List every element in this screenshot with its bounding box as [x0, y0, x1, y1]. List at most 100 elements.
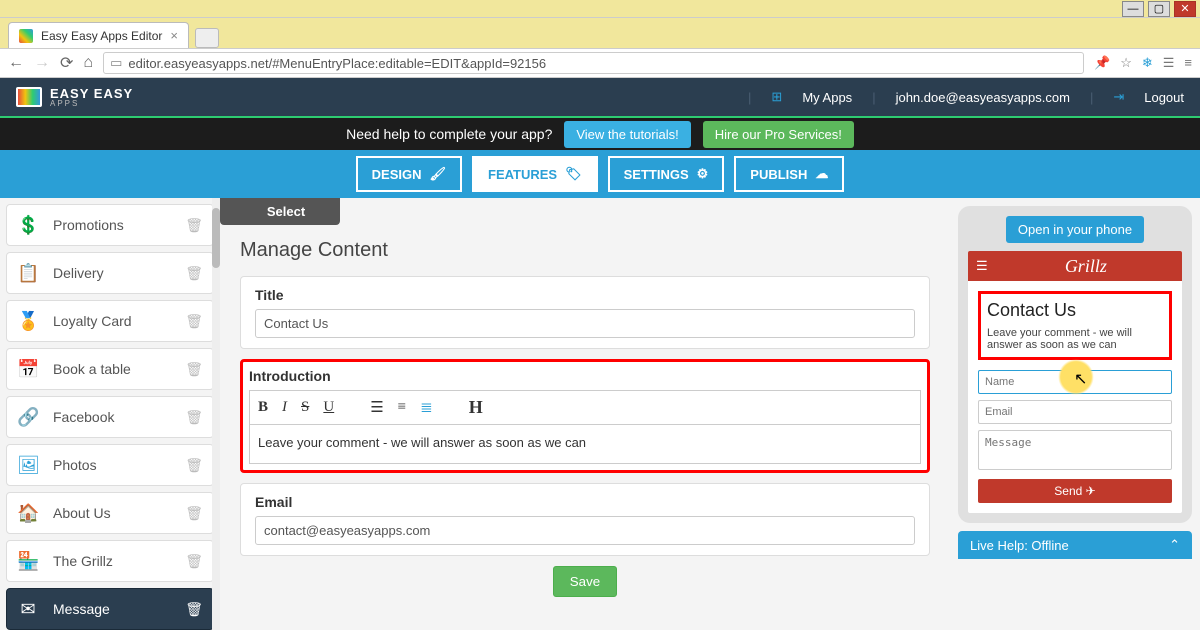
store-icon: 🏪: [17, 551, 39, 572]
cloud-upload-icon: ☁: [815, 166, 828, 182]
home-icon[interactable]: ⌂: [83, 54, 93, 72]
preview-title: Contact Us: [987, 300, 1163, 321]
preview-message-input[interactable]: [978, 430, 1172, 470]
list-icon[interactable]: ☰: [1163, 55, 1175, 71]
brand-logo[interactable]: EASY EASY APPS: [16, 86, 133, 108]
sidebar-item-photos[interactable]: 🖼Photos🗑: [6, 444, 214, 486]
introduction-group: Introduction B I S U ☰ ≡ ≣ H Leave your …: [240, 359, 930, 473]
title-label: Title: [255, 287, 915, 303]
editor-toolbar: B I S U ☰ ≡ ≣ H: [249, 390, 921, 424]
introduction-label: Introduction: [249, 368, 921, 384]
envelope-icon: ✉: [17, 599, 39, 620]
tag-icon: 🏷: [565, 166, 582, 182]
brush-icon: 🖌: [429, 166, 446, 182]
sidebar-item-about[interactable]: 🏠About Us🗑: [6, 492, 214, 534]
sidebar-item-grillz[interactable]: 🏪The Grillz🗑: [6, 540, 214, 582]
trash-icon[interactable]: 🗑: [185, 313, 203, 330]
preview-app-name: Grillz: [998, 256, 1174, 277]
sidebar-item-book[interactable]: 📅Book a table🗑: [6, 348, 214, 390]
trash-icon[interactable]: 🗑: [185, 457, 203, 474]
nav-features[interactable]: FEATURES🏷: [472, 156, 598, 192]
favicon-icon: [19, 29, 33, 43]
os-maximize-button[interactable]: ▢: [1148, 1, 1170, 17]
preview-intro-highlight: Contact Us Leave your comment - we will …: [978, 291, 1172, 360]
trash-icon[interactable]: 🗑: [185, 265, 203, 282]
nav-settings[interactable]: SETTINGS⚙: [608, 156, 725, 192]
bold-button[interactable]: B: [258, 399, 268, 416]
bookmark-pin-icon[interactable]: 📌: [1094, 55, 1110, 71]
menu-icon[interactable]: ≡: [1184, 55, 1192, 71]
save-button[interactable]: Save: [553, 566, 617, 597]
browser-tab[interactable]: Easy Easy Apps Editor ×: [8, 22, 189, 48]
image-icon: 🖼: [17, 455, 39, 476]
os-close-button[interactable]: ✕: [1174, 1, 1196, 17]
sidebar-item-delivery[interactable]: 📋Delivery🗑: [6, 252, 214, 294]
numbered-list-button[interactable]: ≡: [398, 399, 406, 416]
introduction-editor[interactable]: Leave your comment - we will answer as s…: [249, 424, 921, 464]
sidebar-item-loyalty[interactable]: 🏅Loyalty Card🗑: [6, 300, 214, 342]
sidebar-item-promotions[interactable]: 💲Promotions🗑: [6, 204, 214, 246]
trash-icon[interactable]: 🗑: [185, 553, 203, 570]
my-apps-link[interactable]: My Apps: [802, 90, 852, 105]
page-icon: ▭: [110, 55, 122, 71]
heading-button[interactable]: H: [469, 397, 483, 418]
apps-grid-icon[interactable]: ⊞: [771, 89, 782, 105]
forward-icon[interactable]: →: [34, 54, 50, 72]
medal-icon: 🏅: [17, 311, 39, 332]
trash-icon[interactable]: 🗑: [185, 217, 203, 234]
preview-header: ☰ Grillz: [968, 251, 1182, 281]
open-in-phone-button[interactable]: Open in your phone: [1006, 216, 1144, 243]
hire-pro-button[interactable]: Hire our Pro Services!: [703, 121, 854, 148]
sidebar-item-facebook[interactable]: 🔗Facebook🗑: [6, 396, 214, 438]
trash-icon[interactable]: 🗑: [185, 601, 203, 618]
nav-design[interactable]: DESIGN🖌: [356, 156, 462, 192]
hamburger-icon[interactable]: ☰: [976, 258, 988, 274]
help-text: Need help to complete your app?: [346, 126, 552, 142]
trash-icon[interactable]: 🗑: [185, 409, 203, 426]
view-tutorials-button[interactable]: View the tutorials!: [564, 121, 690, 148]
email-input[interactable]: [255, 516, 915, 545]
page-heading: Manage Content: [240, 239, 930, 262]
os-minimize-button[interactable]: —: [1122, 1, 1144, 17]
new-tab-button[interactable]: [195, 28, 219, 48]
logo-icon: [16, 87, 42, 107]
logout-icon: ⇥: [1113, 89, 1124, 105]
chevron-up-icon: ⌃: [1169, 537, 1180, 553]
user-email[interactable]: john.doe@easyeasyapps.com: [896, 90, 1070, 105]
bullet-list-button[interactable]: ☰: [370, 398, 383, 417]
italic-button[interactable]: I: [282, 399, 287, 416]
strike-button[interactable]: S: [301, 399, 309, 416]
url-input[interactable]: [128, 56, 1077, 71]
calendar-icon: 📅: [17, 359, 39, 380]
back-icon[interactable]: ←: [8, 54, 24, 72]
email-group: Email: [240, 483, 930, 556]
preview-panel: Open in your phone ☰ Grillz Contact Us L…: [950, 198, 1200, 630]
preview-subtitle: Leave your comment - we will answer as s…: [987, 327, 1163, 351]
title-input[interactable]: [255, 309, 915, 338]
tab-title: Easy Easy Apps Editor: [41, 29, 162, 43]
live-help-button[interactable]: Live Help: Offline ⌃: [958, 531, 1192, 559]
preview-email-input[interactable]: [978, 400, 1172, 424]
underline-button[interactable]: U: [323, 399, 334, 416]
star-icon[interactable]: ☆: [1120, 55, 1132, 71]
url-bar[interactable]: ▭: [103, 52, 1084, 74]
trash-icon[interactable]: 🗑: [185, 505, 203, 522]
preview-send-button[interactable]: Send ✈: [978, 479, 1172, 503]
preview-name-input[interactable]: [978, 370, 1172, 394]
sidebar-scrollbar[interactable]: [212, 198, 220, 630]
select-button[interactable]: Select: [220, 198, 340, 225]
align-button[interactable]: ≣: [420, 398, 433, 417]
title-group: Title: [240, 276, 930, 349]
paper-plane-icon: ✈: [1086, 484, 1096, 498]
extension-icon[interactable]: ❄: [1142, 55, 1153, 71]
nav-publish[interactable]: PUBLISH☁: [734, 156, 844, 192]
dollar-icon: 💲: [17, 215, 39, 236]
open-sign-icon: 🏠: [17, 503, 39, 524]
trash-icon[interactable]: 🗑: [185, 361, 203, 378]
logout-link[interactable]: Logout: [1144, 90, 1184, 105]
tab-close-icon[interactable]: ×: [170, 28, 178, 43]
share-icon: 🔗: [17, 407, 39, 428]
reload-icon[interactable]: ⟳: [60, 53, 73, 73]
email-label: Email: [255, 494, 915, 510]
sidebar-item-message[interactable]: ✉Message🗑: [6, 588, 214, 630]
